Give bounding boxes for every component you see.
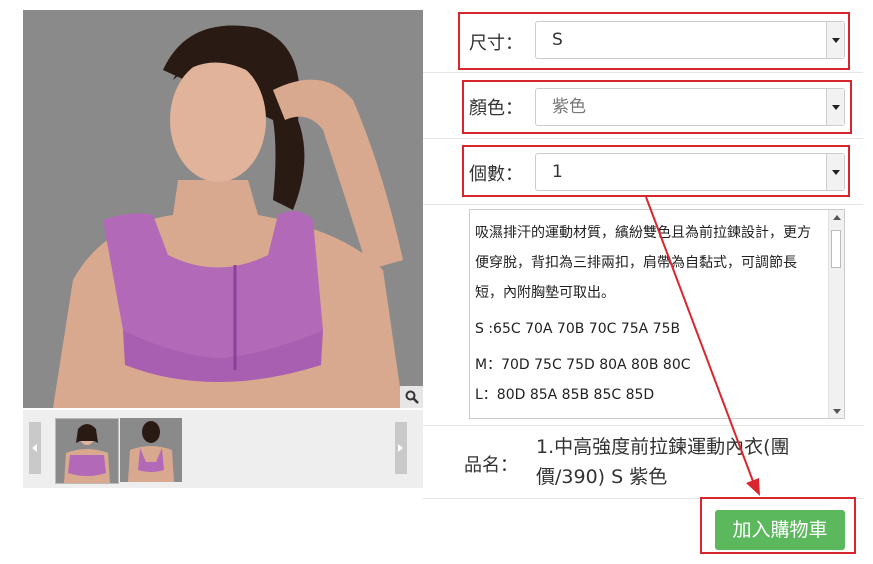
description-scrollbar[interactable] — [828, 210, 844, 418]
product-name-label: 品名： — [464, 455, 518, 476]
product-name-value: 1.中高強度前拉鍊運動內衣(團價/390) S 紫色 — [536, 436, 790, 488]
chevron-down-icon — [826, 89, 844, 125]
color-select[interactable]: 紫色 — [535, 88, 845, 126]
scroll-thumb[interactable] — [831, 230, 841, 268]
product-main-image[interactable] — [23, 10, 423, 408]
quantity-value: 1 — [552, 162, 563, 182]
description-text: 吸濕排汗的運動材質，繽紛雙色且為前拉鍊設計，更方便穿脫，背扣為三排兩扣，肩帶為自… — [475, 225, 811, 301]
size-label: 尺寸： — [469, 33, 523, 54]
color-label: 顏色： — [469, 98, 523, 119]
quantity-label: 個數： — [469, 164, 523, 185]
chevron-down-icon — [826, 22, 844, 58]
size-chart-l: L：80D 85A 85B 85C 85D — [475, 387, 655, 403]
zoom-icon[interactable] — [400, 386, 423, 408]
color-value: 紫色 — [552, 97, 586, 117]
chevron-down-icon — [826, 154, 844, 190]
thumbnail-carousel — [23, 410, 423, 488]
thumbnail-back[interactable] — [120, 418, 182, 482]
size-chart-m: M：70D 75C 75D 80A 80B 80C — [475, 357, 691, 373]
add-to-cart-button[interactable]: 加入購物車 — [715, 510, 845, 550]
description-textarea[interactable]: 吸濕排汗的運動材質，繽紛雙色且為前拉鍊設計，更方便穿脫，背扣為三排兩扣，肩帶為自… — [469, 209, 845, 419]
size-select[interactable]: S — [535, 21, 845, 59]
carousel-next-button[interactable] — [395, 422, 407, 474]
size-chart-s: S :65C 70A 70B 70C 75A 75B — [475, 321, 681, 337]
scroll-up-icon[interactable] — [829, 210, 844, 224]
scroll-down-icon[interactable] — [829, 404, 844, 418]
quantity-select[interactable]: 1 — [535, 153, 845, 191]
carousel-prev-button[interactable] — [29, 422, 41, 474]
thumbnail-front[interactable] — [55, 418, 119, 484]
size-value: S — [552, 30, 563, 50]
